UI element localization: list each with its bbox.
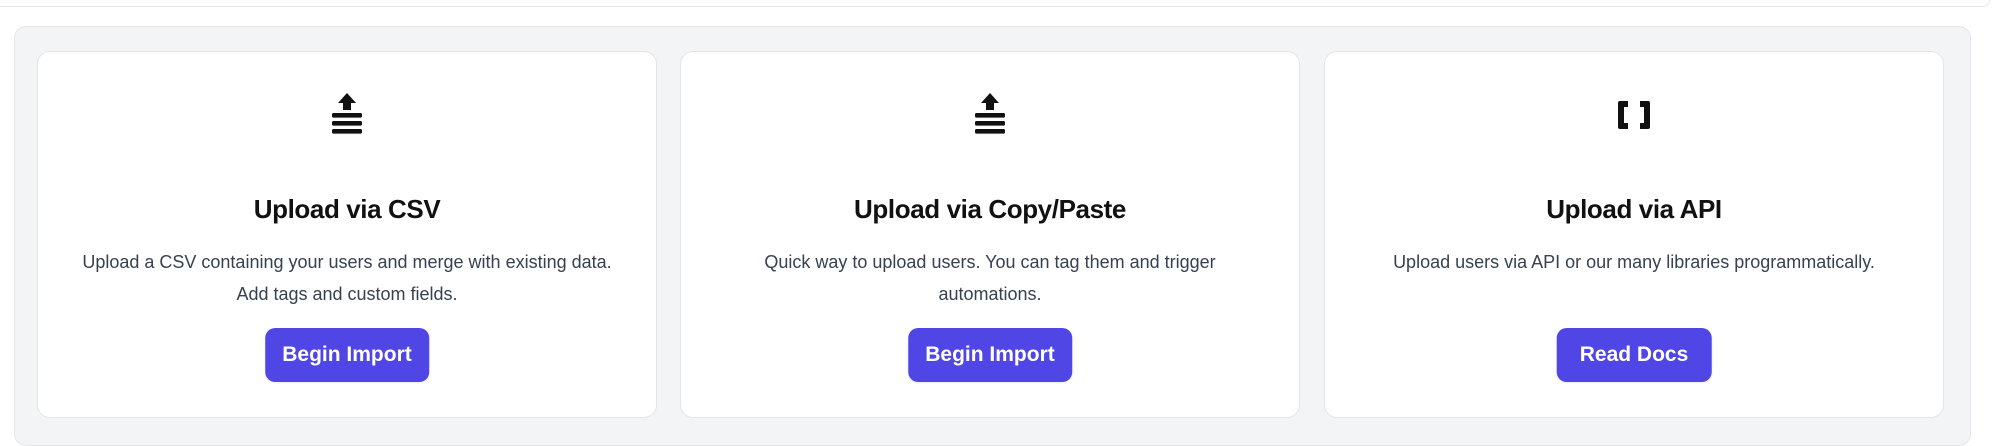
brackets-icon — [1618, 101, 1650, 129]
copy-paste-upload-card: Upload via Copy/Paste Quick way to uploa… — [680, 51, 1300, 418]
api-upload-card: Upload via API Upload users via API or o… — [1324, 51, 1944, 418]
card-title: Upload via Copy/Paste — [854, 194, 1126, 224]
card-description: Upload users via API or our many librari… — [1393, 252, 1875, 272]
card-title: Upload via CSV — [253, 194, 441, 224]
upload-stack-icon — [332, 93, 362, 134]
card-description: Quick way to upload users. You can tag t… — [764, 252, 1216, 304]
begin-import-paste-button[interactable]: Begin Import — [908, 328, 1072, 382]
card-description: Upload a CSV containing your users and m… — [82, 252, 612, 304]
import-options-panel: Upload via CSV Upload a CSV containing y… — [14, 26, 1971, 446]
upload-stack-icon — [975, 93, 1005, 134]
begin-import-csv-button[interactable]: Begin Import — [265, 328, 429, 382]
top-divider — [0, 0, 1990, 7]
read-docs-button[interactable]: Read Docs — [1556, 328, 1712, 382]
card-title: Upload via API — [1546, 194, 1722, 224]
csv-upload-card: Upload via CSV Upload a CSV containing y… — [37, 51, 657, 418]
